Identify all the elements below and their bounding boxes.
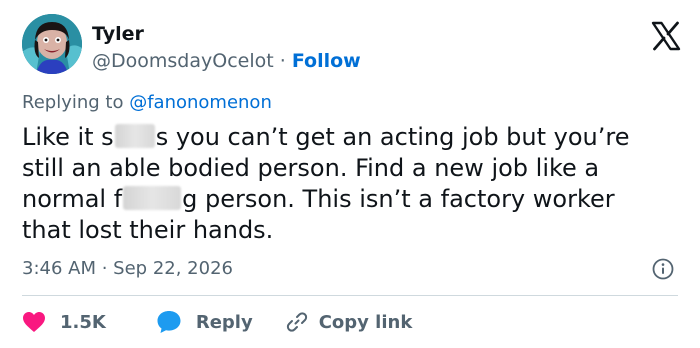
author-handle-row: @DoomsdayOcelot · Follow	[92, 50, 361, 72]
tweet-line-2: still an able bodied person. Find a new …	[22, 154, 600, 182]
tweet-line-4: that lost their hands.	[22, 216, 274, 244]
tweet-time: 3:46 AM	[22, 258, 96, 279]
tweet-line-3-a: normal f	[22, 185, 123, 213]
x-logo-icon[interactable]	[650, 20, 682, 52]
handle-separator: ·	[273, 50, 292, 72]
follow-button[interactable]: Follow	[292, 50, 361, 72]
censor-blur	[123, 186, 182, 210]
reply-button[interactable]: Reply	[156, 310, 253, 334]
reply-mention-link[interactable]: @fanonomenon	[129, 92, 272, 113]
reply-label: Reply	[195, 311, 253, 333]
avatar[interactable]	[22, 14, 82, 74]
info-icon[interactable]	[652, 258, 674, 280]
link-icon	[285, 310, 309, 334]
speech-bubble-icon	[156, 310, 182, 334]
tweet-line-1-b: s you can’t get an acting job but you’re	[155, 123, 630, 151]
timestamp-separator: ·	[96, 258, 114, 279]
heart-icon	[22, 311, 46, 333]
tweet-line-3: normal f g person. This isn’t a factory w…	[22, 184, 682, 215]
like-button[interactable]: 1.5K	[22, 311, 106, 333]
tweet-date: Sep 22, 2026	[113, 258, 233, 279]
reply-context: Replying to @fanonomenon	[22, 92, 272, 113]
tweet-header: Tyler @DoomsdayOcelot · Follow	[22, 14, 682, 80]
copy-link-button[interactable]: Copy link	[285, 310, 413, 334]
tweet-text: Like it s s you can’t get an acting job b…	[22, 122, 682, 246]
tweet-line-1: Like it s s you can’t get an acting job b…	[22, 122, 682, 153]
author-name[interactable]: Tyler	[92, 23, 144, 45]
censor-blur	[114, 124, 155, 148]
divider	[22, 295, 678, 296]
like-count: 1.5K	[60, 311, 106, 333]
tweet-timestamp[interactable]: 3:46 AM · Sep 22, 2026	[22, 258, 233, 279]
copy-link-label: Copy link	[318, 311, 413, 333]
author-handle[interactable]: @DoomsdayOcelot	[92, 50, 274, 72]
action-bar: 1.5K Reply Copy link	[22, 309, 412, 335]
reply-context-prefix: Replying to	[22, 92, 130, 113]
tweet-line-3-b: g person. This isn’t a factory worker	[182, 185, 615, 213]
tweet-line-1-a: Like it s	[22, 123, 114, 151]
